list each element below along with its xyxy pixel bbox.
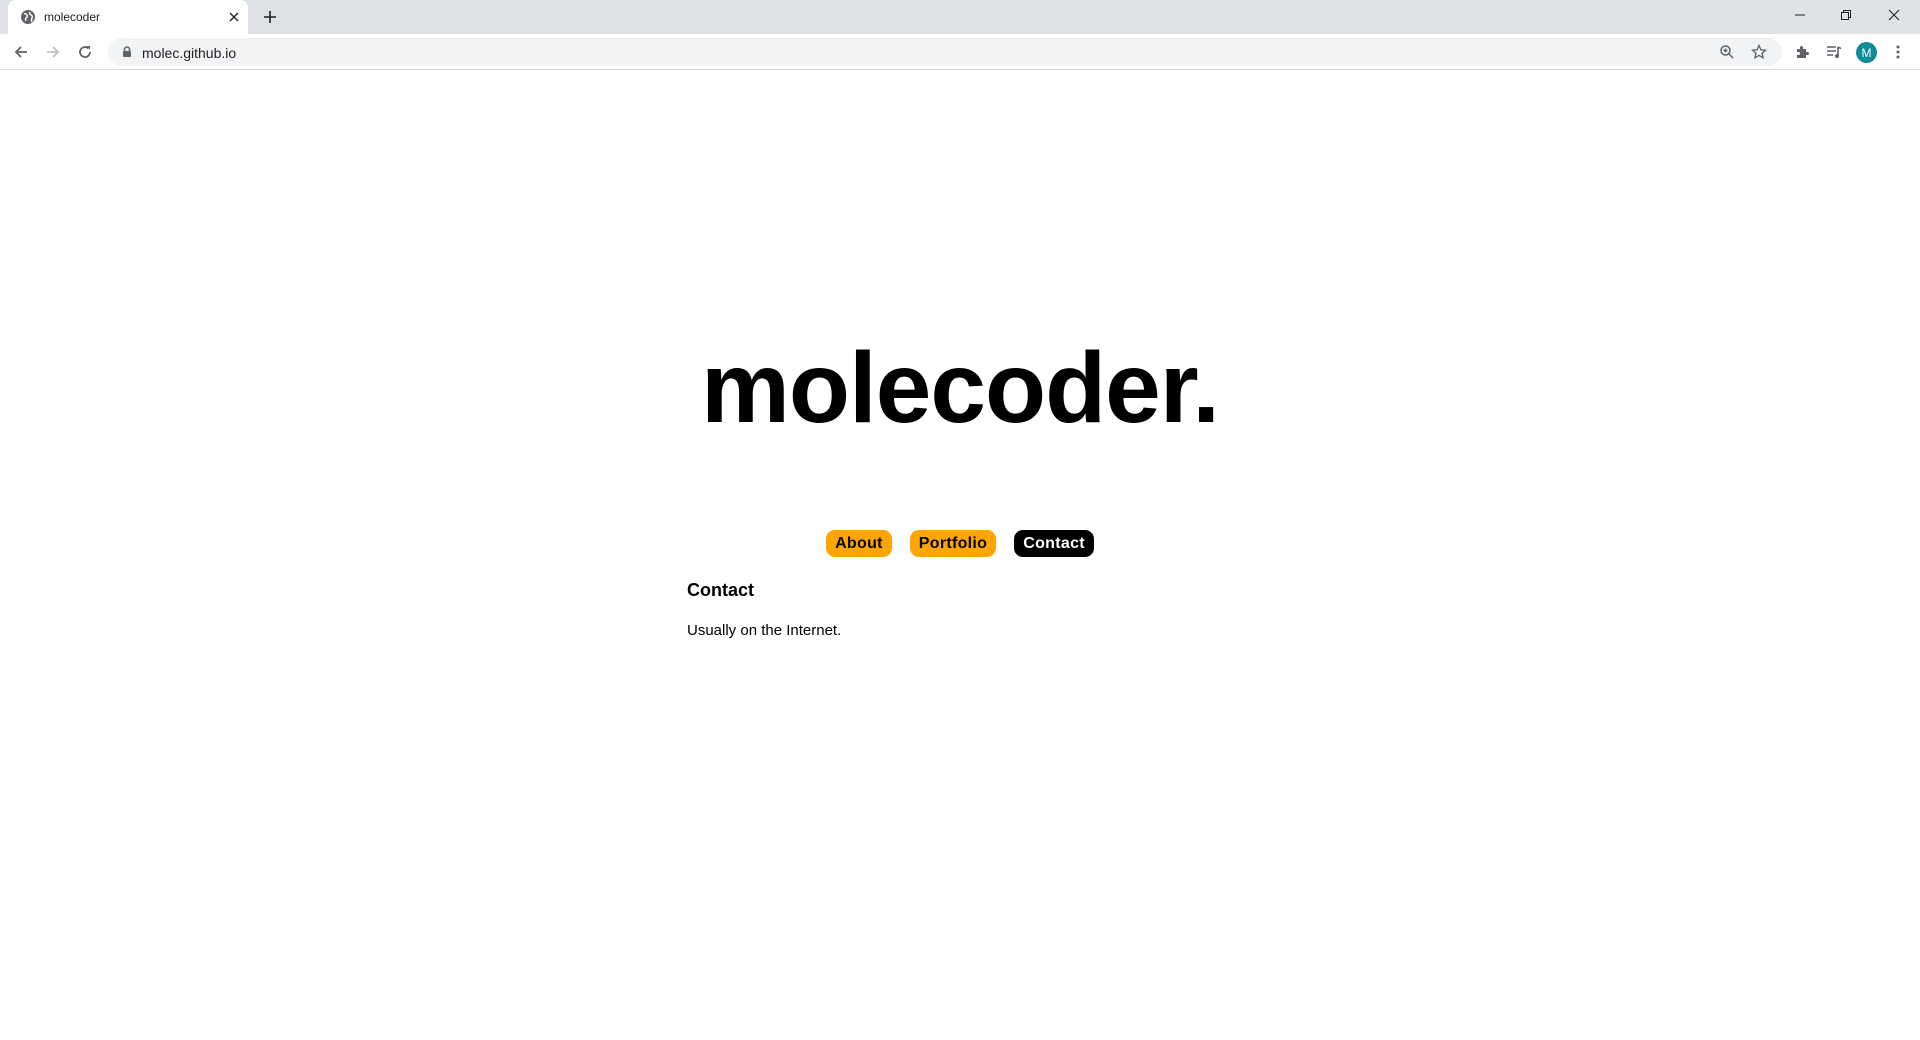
media-queue-icon[interactable] xyxy=(1823,41,1845,63)
site-nav: About Portfolio Contact xyxy=(0,530,1920,558)
star-icon[interactable] xyxy=(1750,43,1768,61)
globe-icon xyxy=(20,9,36,25)
nav-portfolio[interactable]: Portfolio xyxy=(909,530,997,557)
section-heading: Contact xyxy=(687,580,754,600)
browser-tab-bar: molecoder xyxy=(0,0,1920,34)
nav-contact[interactable]: Contact xyxy=(1014,530,1094,557)
zoom-icon[interactable] xyxy=(1718,43,1736,61)
browser-toolbar: molec.github.io M xyxy=(0,34,1920,70)
restore-icon[interactable] xyxy=(1823,2,1869,28)
url-text[interactable]: molec.github.io xyxy=(142,45,236,61)
puzzle-icon[interactable] xyxy=(1791,41,1813,63)
address-bar[interactable]: molec.github.io xyxy=(108,38,1782,66)
reload-icon[interactable] xyxy=(73,40,97,64)
close-icon[interactable] xyxy=(226,9,242,25)
site-title: molecoder. xyxy=(701,332,1220,444)
plus-icon[interactable] xyxy=(260,7,280,27)
avatar[interactable]: M xyxy=(1856,42,1877,63)
arrow-right-icon[interactable] xyxy=(41,40,65,64)
tab-title: molecoder xyxy=(44,10,101,24)
browser-tab[interactable]: molecoder xyxy=(8,0,248,34)
arrow-left-icon[interactable] xyxy=(9,40,33,64)
kebab-menu-icon[interactable] xyxy=(1887,41,1909,63)
close-icon[interactable] xyxy=(1871,2,1917,28)
minimize-icon[interactable] xyxy=(1777,2,1823,28)
lock-icon[interactable] xyxy=(120,45,134,59)
nav-about[interactable]: About xyxy=(826,530,892,557)
section-text: Usually on the Internet. xyxy=(687,622,842,639)
